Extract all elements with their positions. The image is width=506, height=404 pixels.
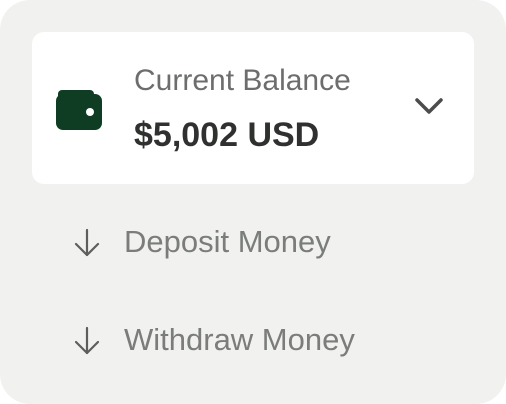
balance-amount: $5,002 USD [134,116,320,154]
wallet-icon [56,90,102,130]
withdraw-money-label: Withdraw Money [124,322,355,357]
deposit-money-label: Deposit Money [124,224,331,259]
balance-label: Current Balance [134,64,351,97]
arrow-down-icon [74,326,100,355]
balance-card[interactable]: Current Balance $5,002 USD [32,32,474,184]
deposit-money-button[interactable]: Deposit Money [72,220,452,264]
arrow-down-icon [74,228,100,257]
balance-panel: Current Balance $5,002 USD Deposit Money… [0,0,506,404]
withdraw-money-button[interactable]: Withdraw Money [72,318,452,362]
chevron-down-icon[interactable] [414,96,444,116]
